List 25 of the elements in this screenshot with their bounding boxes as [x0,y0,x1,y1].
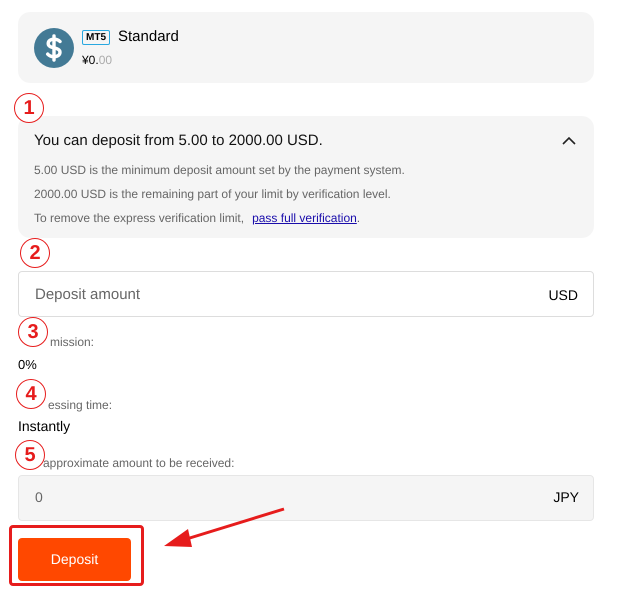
currency-label: USD [548,286,578,305]
balance: ¥0. [82,52,99,69]
limit-note: 2000.00 USD is the remaining part of your limit by verification level. [34,186,392,202]
verification-note: To remove the express verification limit, [34,210,244,226]
step-marker: 4 [16,379,46,409]
commission-value: 0% [18,356,38,374]
received-label: approximate amount to be received: [43,454,236,472]
balance-decimals: 00 [98,52,112,69]
chevron-icon[interactable] [562,136,576,146]
limit-note: 5.00 USD is the minimum deposit amount set by the payment system. [34,162,406,178]
platform-badge: MT5 [82,30,110,45]
account-name: Standard [118,27,179,48]
dollar-icon [34,28,74,68]
received-amount: 0 [35,488,43,507]
period-text: . [356,210,360,226]
currency-label: JPY [553,488,579,507]
commission-label: mission: [50,334,96,351]
step-marker: 1 [14,93,44,123]
step-marker: 3 [18,317,48,347]
limits-title: You can deposit from 5.00 to 2000.00 USD. [34,131,323,151]
step-marker: 5 [15,440,45,470]
processing-time-value: Instantly [18,416,72,436]
processing-time-label: essing time: [48,396,114,414]
step-marker: 2 [20,238,50,268]
verification-link[interactable]: pass full verification [252,208,357,226]
